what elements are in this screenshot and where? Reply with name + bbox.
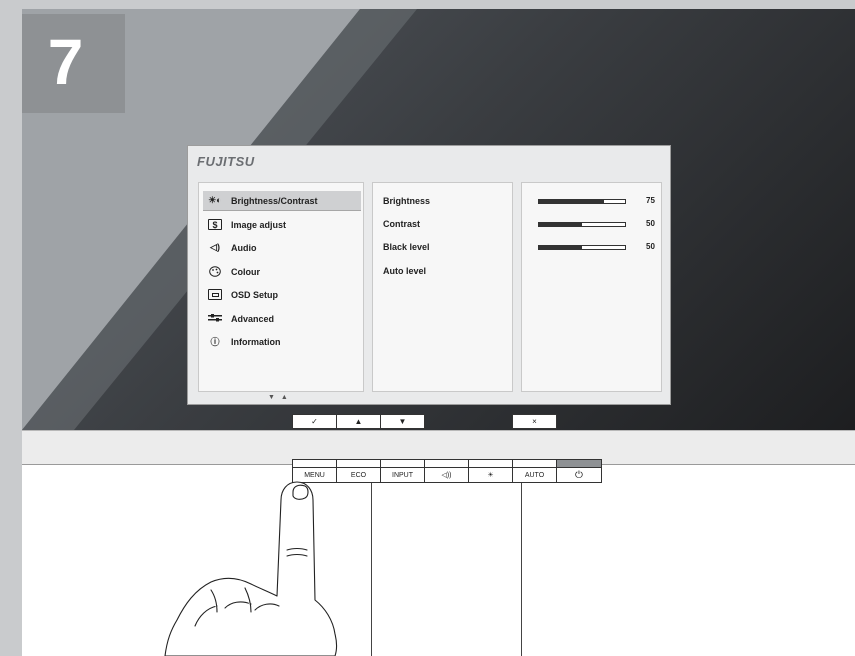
button-top-edge (512, 459, 557, 467)
menu-item-label: Colour (231, 266, 260, 277)
menu-item-audio[interactable]: ◁) Audio (203, 238, 361, 257)
osd-menu-panel: ☀◐ Brightness/Contrast $ Image adjust ◁)… (198, 182, 364, 392)
brightness-contrast-icon: ☀◐ (208, 195, 222, 205)
osd-submenu-panel: Brightness Contrast Black level Auto lev… (372, 182, 513, 392)
button-top-edge (468, 459, 513, 467)
auto-button[interactable]: AUTO (512, 467, 557, 483)
osd-values-panel: 75 50 50 (521, 182, 662, 392)
brightness-value: 75 (646, 196, 655, 205)
input-button[interactable]: INPUT (380, 467, 425, 483)
image-adjust-icon: $ (208, 219, 222, 230)
menu-item-information[interactable]: ⓘ Information (203, 332, 361, 351)
power-button[interactable]: ⏻ (556, 467, 602, 483)
osd-window: FUJITSU ☀◐ Brightness/Contrast $ Image a… (187, 145, 671, 405)
audio-icon: ◁) (210, 242, 220, 252)
contrast-slider[interactable] (538, 222, 626, 227)
menu-item-brightness-contrast[interactable]: ☀◐ Brightness/Contrast (203, 191, 361, 211)
menu-item-image-adjust[interactable]: $ Image adjust (203, 215, 361, 234)
button-top-edge (380, 459, 425, 467)
divider (371, 483, 372, 656)
menu-item-label: OSD Setup (231, 289, 279, 300)
pointing-hand-icon (164, 481, 338, 656)
black-level-value: 50 (646, 242, 655, 251)
close-key: × (512, 414, 557, 429)
contrast-value: 50 (646, 219, 655, 228)
frame-top (0, 0, 855, 9)
information-icon: ⓘ (210, 337, 220, 347)
volume-button[interactable]: ◁)) (424, 467, 469, 483)
confirm-key: ✓ (292, 414, 337, 429)
submenu-item-brightness[interactable]: Brightness (383, 196, 430, 206)
submenu-item-auto-level[interactable]: Auto level (383, 266, 426, 276)
submenu-item-contrast[interactable]: Contrast (383, 219, 420, 229)
submenu-item-black-level[interactable]: Black level (383, 242, 430, 252)
divider (521, 483, 522, 656)
button-top-edge (292, 459, 337, 467)
osd-setup-icon (208, 289, 222, 300)
power-button-top-edge (556, 459, 602, 467)
advanced-icon (208, 313, 222, 324)
menu-item-advanced[interactable]: Advanced (203, 309, 361, 328)
colour-icon (208, 266, 222, 277)
menu-item-osd-setup[interactable]: OSD Setup (203, 285, 361, 304)
step-number: 7 (47, 25, 84, 98)
step-badge: 7 (22, 14, 125, 113)
menu-item-label: Image adjust (231, 219, 287, 230)
osd-scroll-arrows-icon: ▼▲ (268, 394, 294, 401)
brightness-button[interactable]: ☀ (468, 467, 513, 483)
frame-left (0, 0, 22, 656)
menu-item-label: Advanced (231, 313, 275, 324)
fujitsu-logo: FUJITSU (197, 154, 255, 169)
up-key: ▲ (336, 414, 381, 429)
down-key: ▼ (380, 414, 425, 429)
menu-item-colour[interactable]: Colour (203, 262, 361, 281)
menu-item-label: Brightness/Contrast (231, 195, 318, 206)
button-top-edge (336, 459, 381, 467)
menu-item-label: Information (231, 336, 281, 347)
black-level-slider[interactable] (538, 245, 626, 250)
menu-item-label: Audio (231, 242, 257, 253)
brightness-slider[interactable] (538, 199, 626, 204)
button-top-edge (424, 459, 469, 467)
